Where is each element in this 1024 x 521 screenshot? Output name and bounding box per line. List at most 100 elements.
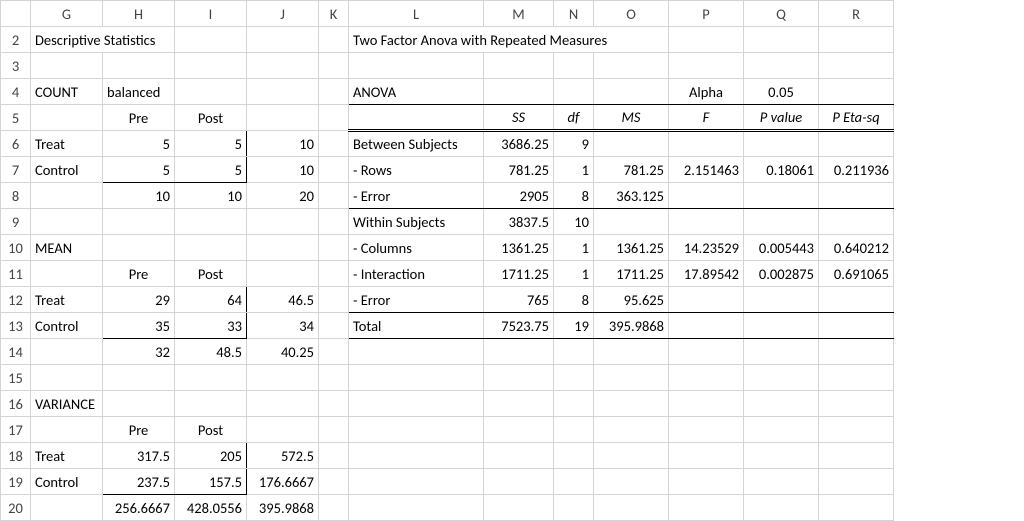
- cell[interactable]: [31, 209, 103, 235]
- cell[interactable]: 17.89542: [669, 261, 744, 287]
- cell[interactable]: [819, 365, 894, 391]
- cell[interactable]: [819, 183, 894, 209]
- cell[interactable]: [247, 209, 319, 235]
- cell[interactable]: 157.5: [175, 469, 247, 495]
- cell[interactable]: 8: [554, 287, 594, 313]
- cell[interactable]: Control: [31, 469, 103, 495]
- cell[interactable]: 395.9868: [247, 495, 319, 521]
- cell[interactable]: 0.18061: [744, 157, 819, 183]
- cell[interactable]: 0.05: [744, 79, 819, 105]
- cell[interactable]: [744, 183, 819, 209]
- cell[interactable]: [247, 105, 319, 131]
- cell[interactable]: [31, 365, 103, 391]
- cell[interactable]: [669, 287, 744, 313]
- cell[interactable]: [594, 443, 669, 469]
- cell[interactable]: Total: [349, 313, 484, 339]
- cell[interactable]: [31, 53, 103, 79]
- cell[interactable]: [554, 365, 594, 391]
- cell[interactable]: 10: [103, 183, 175, 209]
- cell[interactable]: Pre: [103, 105, 175, 131]
- cell[interactable]: 0.211936: [819, 157, 894, 183]
- cell[interactable]: 781.25: [594, 157, 669, 183]
- cell[interactable]: 7523.75: [484, 313, 554, 339]
- cell[interactable]: ANOVA: [349, 79, 484, 105]
- cell[interactable]: 1: [554, 157, 594, 183]
- cell[interactable]: Treat: [31, 443, 103, 469]
- cell[interactable]: 5: [175, 157, 247, 183]
- cell[interactable]: 8: [554, 183, 594, 209]
- cell[interactable]: 1361.25: [594, 235, 669, 261]
- cell[interactable]: [319, 79, 349, 105]
- cell[interactable]: [247, 391, 319, 417]
- row-header[interactable]: 2: [1, 27, 31, 53]
- cell[interactable]: [103, 365, 175, 391]
- col-header-Q[interactable]: Q: [744, 1, 819, 27]
- cell[interactable]: [31, 261, 103, 287]
- cell[interactable]: 32: [103, 339, 175, 365]
- cell[interactable]: COUNT: [31, 79, 103, 105]
- row-header[interactable]: 7: [1, 157, 31, 183]
- cell[interactable]: 48.5: [175, 339, 247, 365]
- cell[interactable]: [247, 27, 319, 53]
- cell[interactable]: 2.151463: [669, 157, 744, 183]
- cell[interactable]: [594, 495, 669, 521]
- cell[interactable]: 0.691065: [819, 261, 894, 287]
- cell[interactable]: [819, 417, 894, 443]
- cell[interactable]: [319, 391, 349, 417]
- spreadsheet-grid[interactable]: G H I J K L M N O P Q R 2 Descriptive St…: [0, 0, 894, 521]
- cell[interactable]: [31, 105, 103, 131]
- row-header[interactable]: 19: [1, 469, 31, 495]
- cell[interactable]: [744, 131, 819, 157]
- cell[interactable]: [594, 391, 669, 417]
- cell[interactable]: [669, 313, 744, 339]
- cell[interactable]: Between Subjects: [349, 131, 484, 157]
- cell[interactable]: P Eta-sq: [819, 105, 894, 131]
- col-header-J[interactable]: J: [247, 1, 319, 27]
- cell[interactable]: [319, 313, 349, 339]
- cell[interactable]: 0.002875: [744, 261, 819, 287]
- cell[interactable]: [819, 495, 894, 521]
- cell[interactable]: [247, 365, 319, 391]
- cell[interactable]: [175, 79, 247, 105]
- row-header[interactable]: 12: [1, 287, 31, 313]
- cell[interactable]: 20: [247, 183, 319, 209]
- cell[interactable]: [31, 183, 103, 209]
- cell[interactable]: [175, 235, 247, 261]
- cell[interactable]: P value: [744, 105, 819, 131]
- cell[interactable]: [319, 417, 349, 443]
- cell[interactable]: Alpha: [669, 79, 744, 105]
- cell[interactable]: 10: [554, 209, 594, 235]
- cell[interactable]: 317.5: [103, 443, 175, 469]
- cell[interactable]: [554, 469, 594, 495]
- cell[interactable]: MEAN: [31, 235, 103, 261]
- cell[interactable]: [103, 209, 175, 235]
- cell[interactable]: [349, 469, 484, 495]
- col-header-O[interactable]: O: [594, 1, 669, 27]
- cell[interactable]: [247, 53, 319, 79]
- cell[interactable]: [819, 27, 894, 53]
- cell[interactable]: Descriptive Statistics: [31, 27, 175, 53]
- cell[interactable]: [744, 469, 819, 495]
- cell[interactable]: [484, 417, 554, 443]
- cell[interactable]: [554, 79, 594, 105]
- cell[interactable]: [744, 287, 819, 313]
- cell[interactable]: Control: [31, 157, 103, 183]
- cell[interactable]: [484, 469, 554, 495]
- cell[interactable]: [31, 495, 103, 521]
- row-header[interactable]: 18: [1, 443, 31, 469]
- cell[interactable]: 5: [103, 157, 175, 183]
- cell[interactable]: 1: [554, 235, 594, 261]
- cell[interactable]: [554, 53, 594, 79]
- cell[interactable]: 40.25: [247, 339, 319, 365]
- col-header-K[interactable]: K: [319, 1, 349, 27]
- cell[interactable]: Two Factor Anova with Repeated Measures: [349, 27, 669, 53]
- cell[interactable]: [484, 53, 554, 79]
- cell[interactable]: 428.0556: [175, 495, 247, 521]
- cell[interactable]: [819, 53, 894, 79]
- cell[interactable]: [319, 131, 349, 157]
- cell[interactable]: [594, 79, 669, 105]
- cell[interactable]: 0.005443: [744, 235, 819, 261]
- cell[interactable]: [349, 495, 484, 521]
- cell[interactable]: [819, 469, 894, 495]
- col-header-M[interactable]: M: [484, 1, 554, 27]
